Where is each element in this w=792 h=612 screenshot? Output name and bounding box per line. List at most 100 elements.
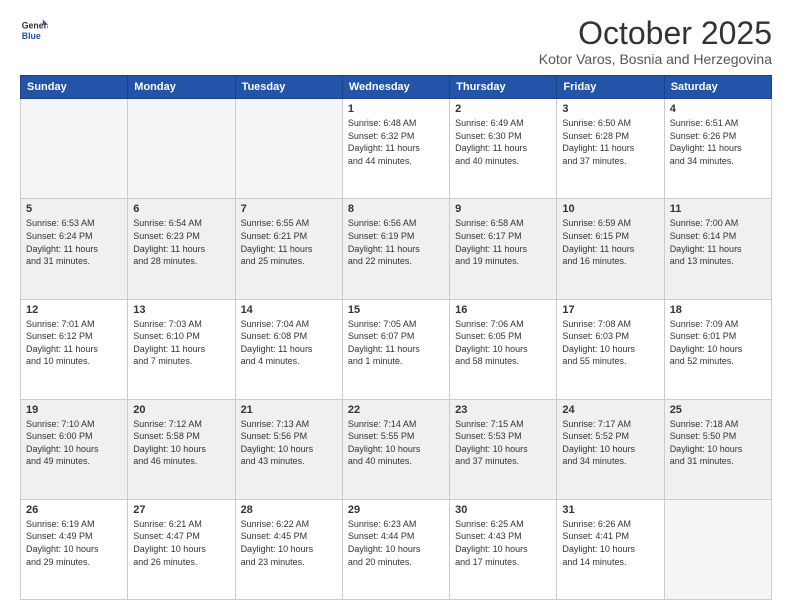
col-monday: Monday	[128, 76, 235, 99]
calendar-day: 27Sunrise: 6:21 AMSunset: 4:47 PMDayligh…	[128, 499, 235, 599]
day-info: Sunrise: 7:04 AMSunset: 6:08 PMDaylight:…	[241, 318, 337, 368]
calendar-day: 16Sunrise: 7:06 AMSunset: 6:05 PMDayligh…	[450, 299, 557, 399]
calendar-day: 24 Sunrise: 7:17 AMSunset: 5:52 PMDayligh…	[557, 399, 664, 499]
day-number: 9	[455, 203, 551, 215]
day-number: 16	[455, 304, 551, 316]
title-block: October 2025 Kotor Varos, Bosnia and Her…	[539, 16, 772, 67]
day-info: Sunrise: 6:54 AMSunset: 6:23 PMDaylight:…	[133, 217, 229, 267]
logo-icon: General Blue	[20, 16, 48, 44]
day-info: Sunrise: 7:03 AMSunset: 6:10 PMDaylight:…	[133, 318, 229, 368]
calendar-day: 20 Sunrise: 7:12 AMSunset: 5:58 PMDayligh…	[128, 399, 235, 499]
day-number: 25	[670, 404, 766, 416]
calendar-day	[664, 499, 771, 599]
day-info: Sunrise: 6:51 AMSunset: 6:26 PMDaylight:…	[670, 117, 766, 167]
day-info: Sunrise: 6:22 AMSunset: 4:45 PMDaylight:…	[241, 518, 337, 568]
day-info: Sunrise: 6:49 AMSunset: 6:30 PMDaylight:…	[455, 117, 551, 167]
location: Kotor Varos, Bosnia and Herzegovina	[539, 51, 772, 67]
day-number: 28	[241, 504, 337, 516]
calendar-week-3: 12 Sunrise: 7:01 AMSunset: 6:12 PMDayligh…	[21, 299, 772, 399]
day-number: 19	[26, 404, 122, 416]
day-info: Sunrise: 7:13 AMSunset: 5:56 PMDaylight:…	[241, 418, 337, 468]
calendar-day: 7 Sunrise: 6:55 AMSunset: 6:21 PMDaylight…	[235, 199, 342, 299]
day-info: Sunrise: 7:09 AMSunset: 6:01 PMDaylight:…	[670, 318, 766, 368]
day-info: Sunrise: 6:23 AMSunset: 4:44 PMDaylight:…	[348, 518, 444, 568]
calendar-day: 9 Sunrise: 6:58 AMSunset: 6:17 PMDaylight…	[450, 199, 557, 299]
day-number: 21	[241, 404, 337, 416]
day-number: 5	[26, 203, 122, 215]
day-info: Sunrise: 7:05 AMSunset: 6:07 PMDaylight:…	[348, 318, 444, 368]
calendar-day: 12 Sunrise: 7:01 AMSunset: 6:12 PMDayligh…	[21, 299, 128, 399]
day-number: 22	[348, 404, 444, 416]
calendar-day	[235, 99, 342, 199]
day-number: 4	[670, 103, 766, 115]
day-info: Sunrise: 7:14 AMSunset: 5:55 PMDaylight:…	[348, 418, 444, 468]
day-number: 18	[670, 304, 766, 316]
calendar-day: 6 Sunrise: 6:54 AMSunset: 6:23 PMDaylight…	[128, 199, 235, 299]
day-number: 24	[562, 404, 658, 416]
day-info: Sunrise: 6:48 AMSunset: 6:32 PMDaylight:…	[348, 117, 444, 167]
col-wednesday: Wednesday	[342, 76, 449, 99]
header-row: Sunday Monday Tuesday Wednesday Thursday…	[21, 76, 772, 99]
day-info: Sunrise: 6:19 AMSunset: 4:49 PMDaylight:…	[26, 518, 122, 568]
day-info: Sunrise: 7:10 AMSunset: 6:00 PMDaylight:…	[26, 418, 122, 468]
calendar-table: Sunday Monday Tuesday Wednesday Thursday…	[20, 75, 772, 600]
day-info: Sunrise: 6:53 AMSunset: 6:24 PMDaylight:…	[26, 217, 122, 267]
day-info: Sunrise: 6:59 AMSunset: 6:15 PMDaylight:…	[562, 217, 658, 267]
day-info: Sunrise: 6:58 AMSunset: 6:17 PMDaylight:…	[455, 217, 551, 267]
calendar-day: 17Sunrise: 7:08 AMSunset: 6:03 PMDayligh…	[557, 299, 664, 399]
calendar-day: 30Sunrise: 6:25 AMSunset: 4:43 PMDayligh…	[450, 499, 557, 599]
day-number: 2	[455, 103, 551, 115]
calendar-day: 22 Sunrise: 7:14 AMSunset: 5:55 PMDayligh…	[342, 399, 449, 499]
calendar-day: 3 Sunrise: 6:50 AMSunset: 6:28 PMDaylight…	[557, 99, 664, 199]
calendar-day: 4 Sunrise: 6:51 AMSunset: 6:26 PMDaylight…	[664, 99, 771, 199]
col-tuesday: Tuesday	[235, 76, 342, 99]
day-info: Sunrise: 7:17 AMSunset: 5:52 PMDaylight:…	[562, 418, 658, 468]
calendar-day: 31Sunrise: 6:26 AMSunset: 4:41 PMDayligh…	[557, 499, 664, 599]
day-info: Sunrise: 7:00 AMSunset: 6:14 PMDaylight:…	[670, 217, 766, 267]
day-number: 14	[241, 304, 337, 316]
day-number: 3	[562, 103, 658, 115]
day-number: 13	[133, 304, 229, 316]
calendar-week-4: 19 Sunrise: 7:10 AMSunset: 6:00 PMDayligh…	[21, 399, 772, 499]
day-number: 6	[133, 203, 229, 215]
calendar-day: 1 Sunrise: 6:48 AMSunset: 6:32 PMDaylight…	[342, 99, 449, 199]
day-number: 20	[133, 404, 229, 416]
calendar-day: 8Sunrise: 6:56 AMSunset: 6:19 PMDaylight…	[342, 199, 449, 299]
calendar-day: 19 Sunrise: 7:10 AMSunset: 6:00 PMDayligh…	[21, 399, 128, 499]
day-number: 7	[241, 203, 337, 215]
month-title: October 2025	[539, 16, 772, 51]
col-saturday: Saturday	[664, 76, 771, 99]
day-info: Sunrise: 6:26 AMSunset: 4:41 PMDaylight:…	[562, 518, 658, 568]
day-info: Sunrise: 7:12 AMSunset: 5:58 PMDaylight:…	[133, 418, 229, 468]
day-number: 10	[562, 203, 658, 215]
calendar-week-2: 5 Sunrise: 6:53 AMSunset: 6:24 PMDaylight…	[21, 199, 772, 299]
day-number: 1	[348, 103, 444, 115]
day-number: 26	[26, 504, 122, 516]
calendar-day: 5 Sunrise: 6:53 AMSunset: 6:24 PMDaylight…	[21, 199, 128, 299]
col-friday: Friday	[557, 76, 664, 99]
calendar-day: 29 Sunrise: 6:23 AMSunset: 4:44 PMDayligh…	[342, 499, 449, 599]
calendar-day: 26 Sunrise: 6:19 AMSunset: 4:49 PMDayligh…	[21, 499, 128, 599]
day-info: Sunrise: 7:01 AMSunset: 6:12 PMDaylight:…	[26, 318, 122, 368]
calendar-day: 2 Sunrise: 6:49 AMSunset: 6:30 PMDaylight…	[450, 99, 557, 199]
day-number: 17	[562, 304, 658, 316]
col-sunday: Sunday	[21, 76, 128, 99]
logo: General Blue	[20, 16, 48, 44]
calendar-day: 28 Sunrise: 6:22 AMSunset: 4:45 PMDayligh…	[235, 499, 342, 599]
day-number: 8	[348, 203, 444, 215]
day-number: 23	[455, 404, 551, 416]
calendar-day: 15 Sunrise: 7:05 AMSunset: 6:07 PMDayligh…	[342, 299, 449, 399]
day-info: Sunrise: 6:50 AMSunset: 6:28 PMDaylight:…	[562, 117, 658, 167]
day-info: Sunrise: 7:15 AMSunset: 5:53 PMDaylight:…	[455, 418, 551, 468]
day-number: 27	[133, 504, 229, 516]
day-number: 12	[26, 304, 122, 316]
calendar-day: 13 Sunrise: 7:03 AMSunset: 6:10 PMDayligh…	[128, 299, 235, 399]
day-number: 29	[348, 504, 444, 516]
calendar-day: 11Sunrise: 7:00 AMSunset: 6:14 PMDayligh…	[664, 199, 771, 299]
day-info: Sunrise: 6:55 AMSunset: 6:21 PMDaylight:…	[241, 217, 337, 267]
header: General Blue October 2025 Kotor Varos, B…	[20, 16, 772, 67]
calendar-day	[21, 99, 128, 199]
page: General Blue October 2025 Kotor Varos, B…	[0, 0, 792, 612]
calendar-day: 18 Sunrise: 7:09 AMSunset: 6:01 PMDayligh…	[664, 299, 771, 399]
day-number: 15	[348, 304, 444, 316]
